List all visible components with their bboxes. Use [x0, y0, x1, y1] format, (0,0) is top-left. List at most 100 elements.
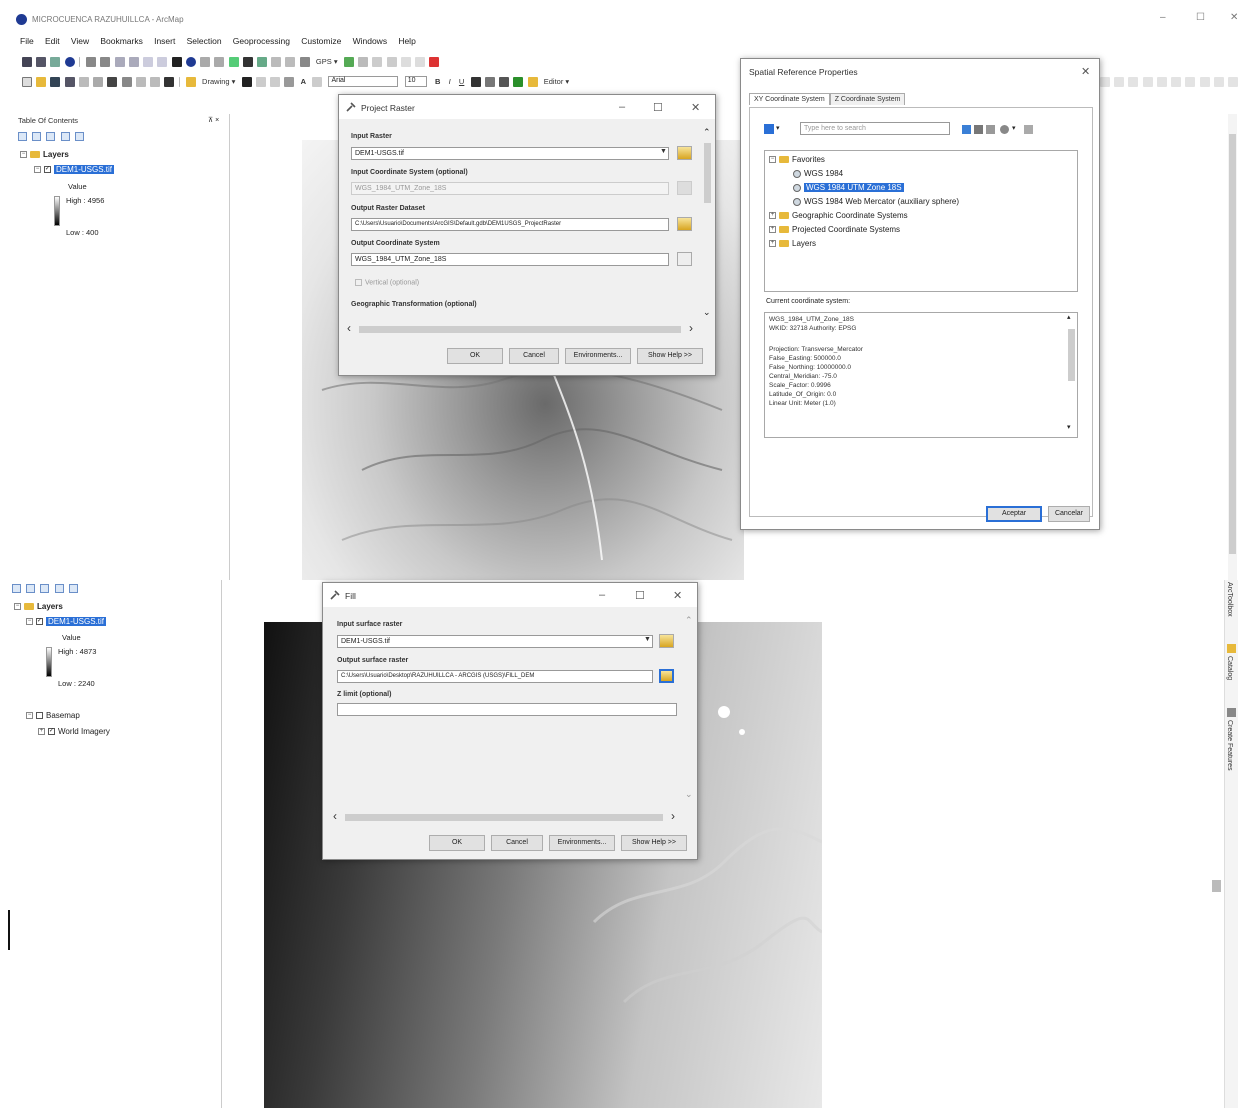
layer-name[interactable]: DEM1-USGS.tif: [46, 617, 107, 626]
maximize-button[interactable]: ☐: [653, 101, 663, 114]
scrollbar-thumb[interactable]: [1212, 880, 1221, 892]
editor-menu[interactable]: Editor ▾: [544, 77, 569, 86]
search-input[interactable]: Type here to search: [800, 122, 950, 135]
toolbar-icon[interactable]: [1213, 77, 1224, 87]
vertical-checkbox[interactable]: [355, 279, 362, 286]
font-color-icon[interactable]: [470, 77, 481, 87]
menu-bookmarks[interactable]: Bookmarks: [100, 36, 143, 46]
expand-icon[interactable]: +: [769, 212, 776, 220]
find-route-icon[interactable]: [256, 57, 267, 67]
minimize-button[interactable]: –: [1160, 12, 1166, 23]
show-help-button[interactable]: Show Help >>: [621, 835, 687, 851]
filter-icon[interactable]: [764, 124, 774, 134]
clear-selection-icon[interactable]: [157, 57, 168, 67]
world-imagery-row[interactable]: + ✓ World Imagery: [38, 727, 110, 736]
add-coordinate-system-icon[interactable]: [1000, 125, 1009, 134]
fixed-zoom-out-icon[interactable]: [100, 57, 111, 67]
output-cs-field[interactable]: WGS_1984_UTM_Zone_18S: [351, 253, 669, 266]
measure-icon[interactable]: [228, 57, 239, 67]
spatial-reference-icon[interactable]: [677, 252, 692, 266]
web-mercator-item[interactable]: WGS 1984 Web Mercator (auxiliary sphere): [793, 197, 959, 206]
new-document-icon[interactable]: [22, 77, 32, 87]
fill-color-icon[interactable]: [484, 77, 495, 87]
scroll-up-icon[interactable]: ⌃: [685, 615, 693, 626]
time-slider-icon[interactable]: [285, 57, 296, 67]
collapse-icon[interactable]: −: [769, 156, 776, 164]
toc-options-icon[interactable]: [74, 132, 84, 141]
menu-customize[interactable]: Customize: [301, 36, 341, 46]
minimize-button[interactable]: –: [619, 101, 625, 113]
layers-node[interactable]: − Layers: [14, 602, 63, 611]
print-icon[interactable]: [64, 77, 75, 87]
output-dataset-field[interactable]: C:\Users\Usuario\Documents\ArcGIS\Defaul…: [351, 218, 669, 231]
gps-point-icon[interactable]: [386, 57, 397, 67]
full-extent-icon[interactable]: [64, 57, 75, 67]
delete-icon[interactable]: [121, 77, 132, 87]
toolbar-icon[interactable]: [1114, 77, 1125, 87]
scrollbar-thumb[interactable]: [704, 143, 711, 203]
toc-pin-close[interactable]: ⊼ ×: [208, 116, 219, 124]
menu-edit[interactable]: Edit: [45, 36, 60, 46]
details-scrollbar[interactable]: ▴ ▾: [1067, 314, 1076, 435]
italic-button[interactable]: I: [449, 77, 451, 86]
undo-icon[interactable]: [135, 77, 146, 87]
input-raster-field[interactable]: DEM1-USGS.tif: [351, 147, 669, 160]
scrollbar-thumb[interactable]: [1068, 329, 1075, 381]
menu-help[interactable]: Help: [398, 36, 415, 46]
cancel-button[interactable]: Cancel: [509, 348, 559, 364]
close-button[interactable]: ✕: [691, 101, 700, 114]
fixed-zoom-in-icon[interactable]: [86, 57, 97, 67]
font-name-select[interactable]: Arial: [328, 76, 399, 87]
scroll-down-icon[interactable]: ⌄: [703, 307, 711, 318]
rectangle-icon[interactable]: [284, 77, 295, 87]
create-features-tab[interactable]: Create Features: [1226, 720, 1233, 771]
bold-button[interactable]: B: [435, 77, 440, 86]
expand-icon[interactable]: +: [769, 240, 776, 248]
hyperlink-icon[interactable]: [200, 57, 211, 67]
gps-log-icon[interactable]: [372, 57, 383, 67]
spatial-reference-icon[interactable]: [677, 181, 692, 195]
chevron-down-icon[interactable]: ▼: [659, 148, 668, 159]
text-tool[interactable]: A: [301, 77, 306, 86]
dialog-horizontal-scrollbar[interactable]: ‹ ›: [347, 321, 693, 335]
tab-xy-coordinate-system[interactable]: XY Coordinate System: [749, 93, 830, 105]
arctoolbox-tab[interactable]: ArcToolbox: [1226, 582, 1233, 617]
tab-z-coordinate-system[interactable]: Z Coordinate System: [829, 93, 906, 105]
list-by-visibility-icon[interactable]: [46, 132, 56, 141]
browse-input-raster-icon[interactable]: [677, 146, 692, 160]
browse-output-surface-icon[interactable]: [659, 669, 674, 683]
toolbar-icon[interactable]: [1185, 77, 1196, 87]
list-by-drawing-order-icon[interactable]: [12, 584, 21, 593]
projected-node[interactable]: + Projected Coordinate Systems: [769, 225, 900, 234]
browse-output-dataset-icon[interactable]: [677, 217, 692, 231]
chevron-down-icon[interactable]: ▾: [1012, 124, 1016, 132]
basemap-row[interactable]: − Basemap: [26, 711, 80, 720]
maximize-button[interactable]: ☐: [635, 589, 645, 602]
line-color-icon[interactable]: [499, 77, 510, 87]
collapse-icon[interactable]: −: [26, 712, 33, 720]
vertical-option[interactable]: Vertical (optional): [355, 279, 419, 286]
collapse-icon[interactable]: −: [14, 603, 21, 611]
forward-extent-icon[interactable]: [128, 57, 139, 67]
utm18s-item[interactable]: WGS 1984 UTM Zone 18S: [793, 183, 904, 192]
dem-layer-row[interactable]: − ✓ DEM1-USGS.tif: [26, 617, 107, 626]
map-vertical-scrollbar[interactable]: [1228, 114, 1237, 580]
close-button[interactable]: ✕: [1081, 65, 1090, 78]
editor-toolbar-icon[interactable]: [185, 77, 196, 87]
ok-button[interactable]: OK: [429, 835, 485, 851]
geographic-node[interactable]: + Geographic Coordinate Systems: [769, 211, 908, 220]
callout-icon[interactable]: [312, 77, 323, 87]
copy-icon[interactable]: [93, 77, 104, 87]
scroll-left-icon[interactable]: ‹: [333, 809, 337, 823]
gps-vertex-icon[interactable]: [400, 57, 411, 67]
menu-selection[interactable]: Selection: [187, 36, 222, 46]
show-help-button[interactable]: Show Help >>: [637, 348, 703, 364]
basemap-checkbox[interactable]: [36, 712, 43, 720]
close-button[interactable]: ✕: [673, 589, 682, 602]
gps-tool-icon[interactable]: [343, 57, 354, 67]
marker-color-icon[interactable]: [513, 77, 524, 87]
dialog-vertical-scrollbar[interactable]: ⌃ ⌄: [685, 615, 694, 805]
expand-icon[interactable]: +: [769, 226, 776, 234]
scroll-right-icon[interactable]: ›: [671, 809, 675, 823]
find-icon[interactable]: [242, 57, 253, 67]
